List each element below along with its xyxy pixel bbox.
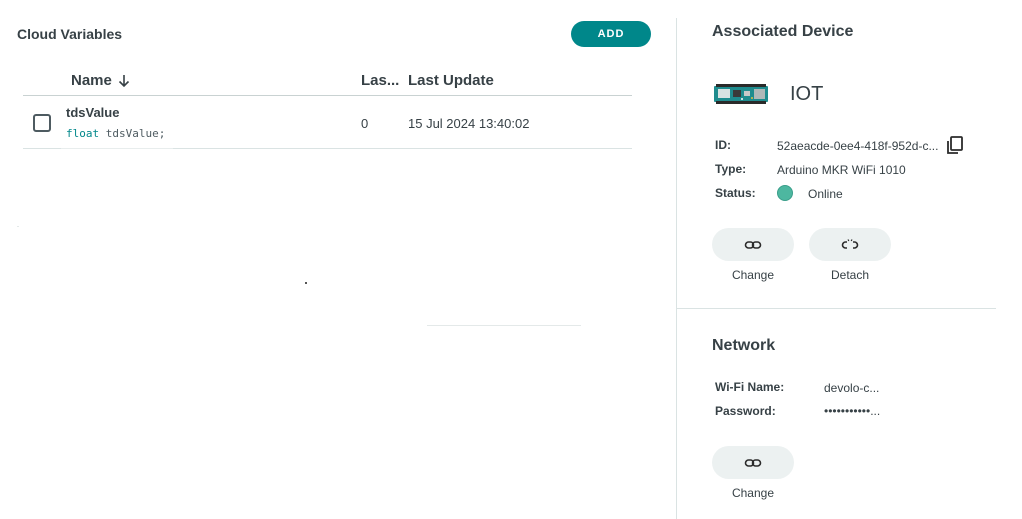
column-header-last-update[interactable]: Last Update bbox=[408, 72, 494, 89]
change-network-label: Change bbox=[731, 486, 775, 500]
device-name: IOT bbox=[790, 83, 824, 105]
column-header-name[interactable]: Name bbox=[71, 72, 130, 89]
device-status-value: Online bbox=[808, 187, 843, 201]
table-row[interactable]: tdsValue float tdsValue; 0 15 Jul 2024 1… bbox=[23, 96, 632, 149]
device-id-value: 52aeacde-0ee4-418f-952d-c... bbox=[777, 139, 939, 153]
arduino-board-icon bbox=[714, 84, 768, 104]
declaration-underline bbox=[61, 148, 173, 149]
wifi-name-value: devolo-c... bbox=[824, 381, 880, 395]
associated-device-title: Associated Device bbox=[712, 23, 854, 40]
variable-name: tdsValue bbox=[66, 105, 120, 120]
add-variable-button[interactable]: ADD bbox=[571, 21, 651, 47]
password-value: •••••••••••... bbox=[824, 404, 881, 418]
stray-dot bbox=[305, 282, 307, 284]
panel-divider-horizontal bbox=[677, 308, 996, 309]
variable-declaration-rest: tdsValue; bbox=[99, 127, 166, 140]
faint-mark bbox=[17, 226, 19, 227]
row-checkbox[interactable] bbox=[33, 114, 51, 132]
network-title: Network bbox=[712, 337, 776, 354]
unlink-icon bbox=[841, 238, 859, 249]
password-label: Password: bbox=[715, 404, 776, 418]
column-header-name-label: Name bbox=[71, 72, 112, 89]
faint-divider bbox=[427, 325, 581, 326]
change-device-button[interactable] bbox=[712, 228, 794, 261]
device-type-label: Type: bbox=[715, 162, 747, 176]
device-status-label: Status: bbox=[715, 186, 756, 200]
sort-arrow-down-icon bbox=[118, 74, 129, 87]
detach-device-button[interactable] bbox=[809, 228, 891, 261]
device-id-label: ID: bbox=[715, 138, 731, 152]
change-device-label: Change bbox=[731, 268, 775, 282]
panel-divider-vertical bbox=[676, 18, 677, 519]
link-icon bbox=[744, 240, 762, 249]
link-icon bbox=[744, 458, 762, 467]
device-type-value: Arduino MKR WiFi 1010 bbox=[777, 163, 906, 177]
variable-type-keyword: float bbox=[66, 127, 100, 140]
copy-icon[interactable] bbox=[945, 135, 965, 155]
cloud-variables-panel: Cloud Variables ADD Name Las... Last Upd… bbox=[0, 0, 676, 519]
wifi-name-label: Wi-Fi Name: bbox=[715, 380, 785, 394]
status-online-indicator bbox=[777, 185, 793, 201]
detach-device-label: Detach bbox=[830, 268, 870, 282]
column-header-last-value[interactable]: Las... bbox=[361, 72, 399, 89]
variable-declaration: float tdsValue; bbox=[66, 127, 165, 140]
variable-last-update: 15 Jul 2024 13:40:02 bbox=[408, 116, 530, 131]
cloud-variables-title: Cloud Variables bbox=[17, 26, 123, 42]
change-network-button[interactable] bbox=[712, 446, 794, 479]
variable-last-value: 0 bbox=[361, 116, 369, 131]
